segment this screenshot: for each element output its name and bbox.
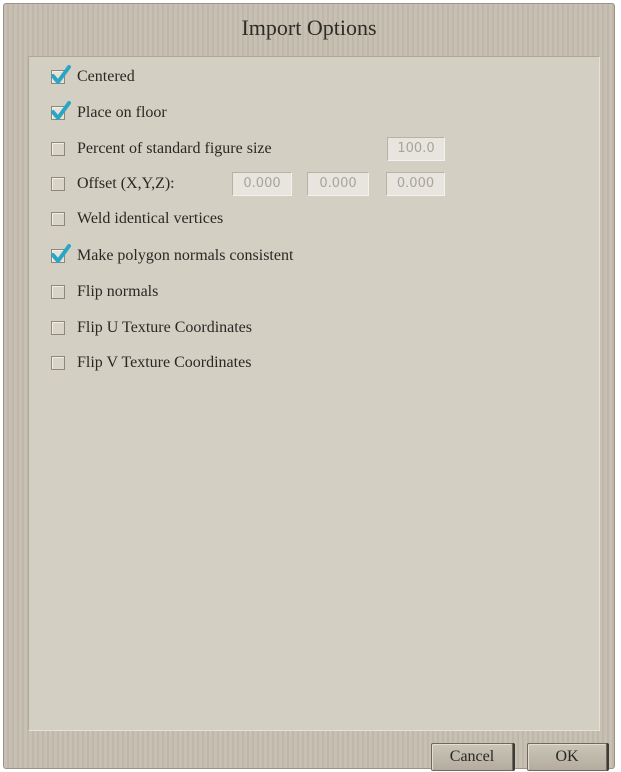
percent-figure-size-checkbox[interactable] <box>51 142 65 156</box>
centered-checkbox[interactable] <box>51 65 71 84</box>
checkmark-icon <box>51 101 71 120</box>
option-polygon-normals[interactable]: Make polygon normals consistent <box>51 244 294 267</box>
offset-label: Offset (X,Y,Z): <box>77 175 175 192</box>
checkmark-icon <box>51 244 71 263</box>
percent-input[interactable]: 100.0 <box>387 137 445 161</box>
offset-y-input[interactable]: 0.000 <box>307 172 369 196</box>
offset-x-input[interactable]: 0.000 <box>232 172 292 196</box>
offset-z-input[interactable]: 0.000 <box>386 172 445 196</box>
weld-vertices-checkbox[interactable] <box>51 212 65 226</box>
percent-figure-size-label: Percent of standard figure size <box>77 140 272 157</box>
option-offset[interactable]: Offset (X,Y,Z): <box>51 173 175 195</box>
import-options-dialog: Import Options Centered Place on floor P… <box>3 3 615 771</box>
options-panel: Centered Place on floor Percent of stand… <box>28 56 600 731</box>
option-place-on-floor[interactable]: Place on floor <box>51 101 167 124</box>
polygon-normals-checkbox[interactable] <box>51 244 71 263</box>
checkmark-icon <box>51 65 71 84</box>
offset-checkbox[interactable] <box>51 177 65 191</box>
place-on-floor-label: Place on floor <box>77 104 167 121</box>
option-flip-normals[interactable]: Flip normals <box>51 281 158 303</box>
dialog-title: Import Options <box>241 15 377 40</box>
option-weld-vertices[interactable]: Weld identical vertices <box>51 208 223 230</box>
flip-normals-checkbox[interactable] <box>51 285 65 299</box>
place-on-floor-checkbox[interactable] <box>51 101 71 120</box>
option-percent-figure-size[interactable]: Percent of standard figure size <box>51 138 272 160</box>
cancel-button[interactable]: Cancel <box>431 743 513 771</box>
flip-v-checkbox[interactable] <box>51 356 65 370</box>
ok-button[interactable]: OK <box>527 743 607 771</box>
flip-normals-label: Flip normals <box>77 283 159 300</box>
option-flip-v[interactable]: Flip V Texture Coordinates <box>51 352 251 374</box>
option-centered[interactable]: Centered <box>51 65 135 88</box>
flip-v-label: Flip V Texture Coordinates <box>77 354 252 371</box>
flip-u-label: Flip U Texture Coordinates <box>77 319 253 336</box>
polygon-normals-label: Make polygon normals consistent <box>77 247 294 264</box>
weld-vertices-label: Weld identical vertices <box>77 210 224 227</box>
centered-label: Centered <box>77 68 135 85</box>
option-flip-u[interactable]: Flip U Texture Coordinates <box>51 317 252 339</box>
flip-u-checkbox[interactable] <box>51 321 65 335</box>
